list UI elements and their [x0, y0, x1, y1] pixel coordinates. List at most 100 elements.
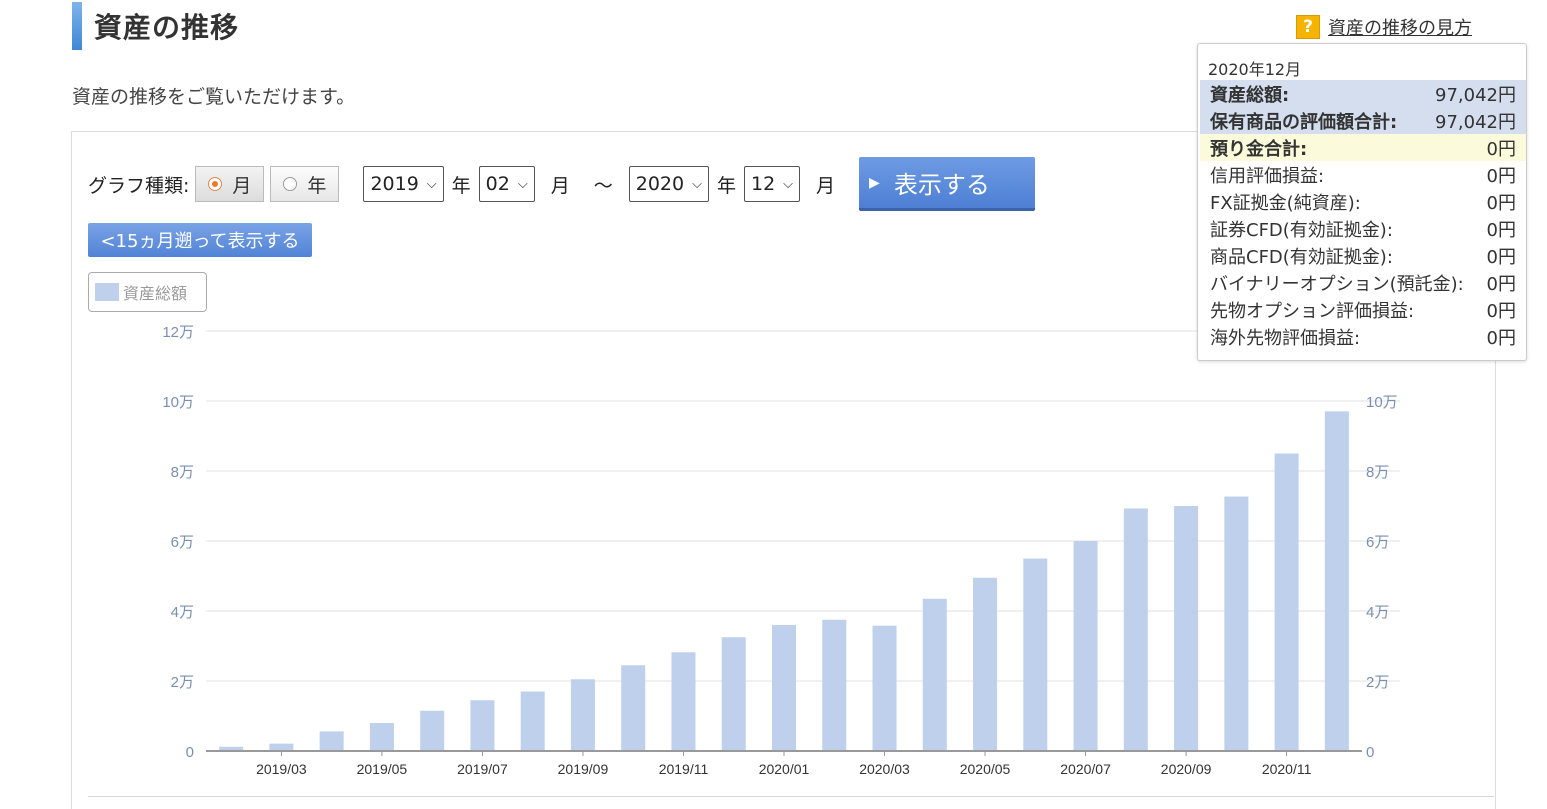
- to-year-value: 2020: [635, 173, 685, 195]
- show-button[interactable]: ▶ 表示する: [859, 157, 1036, 211]
- y-tick-label: 2万: [171, 674, 194, 691]
- bar: [420, 710, 445, 751]
- y-tick-label: 12万: [162, 324, 194, 341]
- page-title: 資産の推移: [94, 11, 240, 44]
- tooltip-row-label: 保有商品の評価額合計:: [1210, 111, 1398, 133]
- to-year-select[interactable]: 2020 ⌵: [628, 166, 709, 202]
- help-link[interactable]: ? 資産の推移の見方: [1296, 14, 1472, 40]
- graph-type-month-radio[interactable]: 月: [195, 166, 265, 202]
- tooltip-row-label: 先物オプション評価損益:: [1210, 300, 1415, 322]
- y-tick-label: 10万: [162, 394, 194, 411]
- year-unit-label: 年: [716, 174, 736, 197]
- tooltip-row-value: 0円: [1486, 138, 1516, 160]
- bar: [269, 743, 294, 751]
- from-month-select[interactable]: 02 ⌵: [478, 166, 535, 202]
- to-month-select[interactable]: 12 ⌵: [743, 166, 801, 202]
- bar: [520, 691, 545, 751]
- tooltip-row: バイナリーオプション(預託金): 0円: [1200, 269, 1526, 296]
- tooltip-row-value: 0円: [1486, 165, 1516, 187]
- tooltip-row: 信用評価損益: 0円: [1200, 161, 1526, 188]
- x-tick-label: 2020/11: [1262, 761, 1312, 777]
- tooltip-row: 海外先物評価損益: 0円: [1200, 323, 1526, 350]
- bar: [973, 577, 998, 751]
- tooltip-row: 証券CFD(有効証拠金): 0円: [1200, 215, 1526, 242]
- page-description: 資産の推移をご覧いただけます。: [72, 86, 356, 108]
- tooltip-row-label: 海外先物評価損益:: [1210, 327, 1361, 349]
- bar: [1324, 411, 1349, 751]
- back-15-months-button[interactable]: <15ヵ月遡って表示する: [88, 223, 312, 257]
- x-tick-label: 2019/11: [659, 761, 709, 777]
- to-month-value: 12: [750, 173, 776, 195]
- month-unit-label: 月: [816, 174, 836, 197]
- graph-type-label: グラフ種類:: [88, 174, 190, 197]
- panel-bottom-divider: [88, 796, 1494, 797]
- tooltip-row-value: 97,042円: [1435, 111, 1516, 133]
- graph-type-year-radio[interactable]: 年: [270, 166, 340, 202]
- y-tick-label: 0: [186, 744, 194, 761]
- radio-label-year: 年: [307, 174, 327, 197]
- bar: [1174, 506, 1199, 751]
- year-unit-label: 年: [451, 174, 471, 197]
- tooltip-row-value: 0円: [1486, 192, 1516, 214]
- x-tick-label: 2019/07: [457, 761, 508, 777]
- x-tick-label: 2020/03: [859, 761, 910, 777]
- tooltip-row: 先物オプション評価損益: 0円: [1200, 296, 1526, 323]
- tooltip-row: 資産総額: 97,042円: [1200, 80, 1526, 107]
- tooltip-row-label: 証券CFD(有効証拠金):: [1210, 219, 1393, 241]
- bar: [822, 619, 847, 751]
- legend-swatch: [95, 283, 119, 301]
- bar: [772, 625, 796, 751]
- x-tick-label: 2020/09: [1161, 761, 1212, 777]
- chevron-down-icon: ⌵: [692, 176, 702, 192]
- tooltip-row-label: 預り金合計:: [1210, 138, 1308, 160]
- legend-label: 資産総額: [123, 284, 188, 303]
- radio-unselected-icon: [283, 177, 298, 191]
- bar: [470, 700, 495, 751]
- tooltip-row-label: 資産総額:: [1210, 84, 1290, 106]
- x-tick-label: 2019/09: [558, 761, 609, 777]
- right-y-tick-label: 0: [1366, 744, 1374, 761]
- bar: [570, 679, 595, 751]
- play-triangle-icon: ▶: [869, 174, 880, 191]
- x-tick-label: 2020/05: [960, 761, 1011, 777]
- range-tilde: 〜: [593, 174, 613, 197]
- x-tick-label: 2020/01: [759, 761, 810, 777]
- bar: [671, 652, 696, 751]
- tooltip-row-value: 0円: [1486, 219, 1516, 241]
- help-link-text[interactable]: 資産の推移の見方: [1328, 14, 1472, 40]
- from-year-select[interactable]: 2019 ⌵: [363, 166, 444, 202]
- question-icon: ?: [1296, 15, 1320, 39]
- bar: [721, 637, 746, 751]
- chevron-down-icon: ⌵: [517, 176, 528, 192]
- right-y-tick-label: 8万: [1366, 464, 1389, 481]
- y-tick-label: 6万: [171, 534, 194, 551]
- page-heading: 資産の推移: [72, 2, 239, 50]
- chart-legend[interactable]: 資産総額: [88, 272, 207, 312]
- from-month-value: 02: [485, 173, 510, 195]
- chevron-down-icon: ⌵: [426, 176, 437, 192]
- bar: [1224, 496, 1249, 751]
- show-button-label: 表示する: [893, 171, 990, 199]
- bar: [922, 598, 947, 751]
- tooltip-row-label: 信用評価損益:: [1210, 165, 1325, 187]
- asset-bar-chart: 0 2万 4万 6万 8万 10万 12万 0 2万 4万 6万 8万 10万 2019/03 2019/0…: [162, 324, 1400, 777]
- chart-tooltip: 2020年12月 資産総額: 97,042円 保有商品の評価額合計: 97,042円預…: [1197, 43, 1527, 361]
- tooltip-month: 2020年12月: [1208, 60, 1302, 79]
- tooltip-row-label: FX証拠金(純資産):: [1210, 192, 1361, 214]
- bar: [872, 625, 897, 751]
- tooltip-row-value: 0円: [1486, 273, 1516, 295]
- bar: [621, 665, 646, 751]
- bar: [1023, 558, 1048, 751]
- tooltip-row: 商品CFD(有効証拠金): 0円: [1200, 242, 1526, 269]
- tooltip-row: FX証拠金(純資産): 0円: [1200, 188, 1526, 215]
- tooltip-row-value: 97,042円: [1435, 84, 1516, 106]
- right-y-tick-label: 4万: [1366, 604, 1389, 621]
- right-y-tick-label: 10万: [1366, 394, 1398, 411]
- x-tick-label: 2019/05: [357, 761, 408, 777]
- y-tick-label: 8万: [171, 464, 194, 481]
- tooltip-row-label: 商品CFD(有効証拠金):: [1210, 246, 1393, 268]
- x-tick-label: 2019/03: [256, 761, 307, 777]
- radio-label-month: 月: [232, 174, 252, 197]
- x-tick-label: 2020/07: [1060, 761, 1111, 777]
- month-unit-label: 月: [550, 174, 570, 197]
